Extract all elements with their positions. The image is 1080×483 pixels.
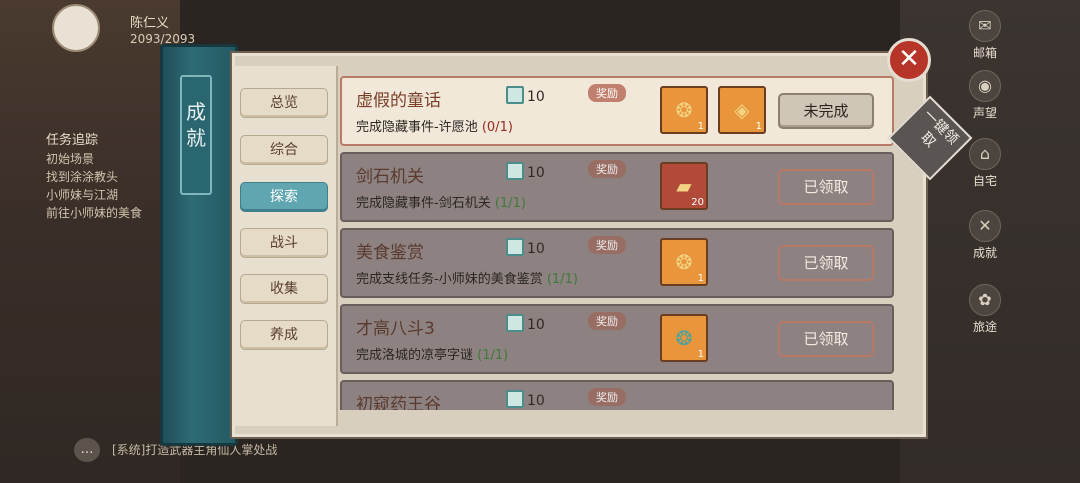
- achievement-button[interactable]: ✕ 成就: [950, 210, 1020, 261]
- achievement-desc: 完成支线任务-小师妹的美食鉴赏 (1/1): [356, 268, 578, 287]
- status-button[interactable]: 已领取: [778, 169, 874, 205]
- achievement-desc: 完成隐藏事件-许愿池 (0/1): [356, 116, 513, 135]
- progress-text: (0/1): [481, 120, 513, 135]
- reward-qty: 1: [755, 121, 762, 132]
- home-label: 自宅: [972, 174, 997, 188]
- achievement-title: 美食鉴赏: [356, 243, 424, 263]
- home-icon: ⌂: [969, 138, 1001, 170]
- achievement-title: 初窥药王谷: [356, 395, 441, 410]
- points-icon: [506, 390, 524, 408]
- travel-icon: ✿: [969, 284, 1001, 316]
- reward-charm-teal[interactable]: ❂ 1: [660, 314, 708, 362]
- status-button[interactable]: 已领取: [778, 245, 874, 281]
- reputation-button[interactable]: ◉ 声望: [950, 70, 1020, 121]
- travel-label: 旅途: [972, 320, 997, 334]
- reward-tag: 奖励: [588, 388, 626, 406]
- progress-text: (1/1): [477, 348, 509, 363]
- side-menu: ✉ 邮箱 ◉ 声望 ⌂ 自宅 ✕ 成就 ✿ 旅途: [960, 0, 1040, 340]
- tab-battle[interactable]: 战斗: [240, 228, 328, 258]
- achievement-card: 剑石机关 10 奖励 完成隐藏事件-剑石机关 (1/1) ▰ 20 已领取: [340, 152, 894, 222]
- points-value: 10: [527, 89, 545, 105]
- reward-coin[interactable]: ◈ 1: [718, 86, 766, 134]
- background-left: [0, 0, 180, 483]
- points-icon: [506, 314, 524, 332]
- points-icon: [506, 162, 524, 180]
- reward-qty: 1: [697, 273, 704, 284]
- reputation-icon: ◉: [969, 70, 1001, 102]
- reward-tag: 奖励: [588, 160, 626, 178]
- progress-text: (1/1): [546, 272, 578, 287]
- reputation-label: 声望: [972, 106, 997, 120]
- desc-text: 完成洛城的凉亭字谜: [356, 348, 474, 363]
- achievement-points: 10: [506, 162, 545, 181]
- avatar[interactable]: [52, 4, 100, 52]
- achievement-desc: 完成隐藏事件-剑石机关 (1/1): [356, 192, 526, 211]
- achievement-card: 虚假的童话 10 奖励 完成隐藏事件-许愿池 (0/1) ❂ 1 ◈ 1 未完成: [340, 76, 894, 146]
- desc-text: 完成支线任务-小师妹的美食鉴赏: [356, 272, 543, 287]
- achievement-list[interactable]: 虚假的童话 10 奖励 完成隐藏事件-许愿池 (0/1) ❂ 1 ◈ 1 未完成 剑…: [340, 66, 900, 410]
- mail-label: 邮箱: [972, 46, 997, 60]
- travel-button[interactable]: ✿ 旅途: [950, 284, 1020, 335]
- reward-tag: 奖励: [588, 312, 626, 330]
- achievement-spine: 成 就: [160, 44, 238, 446]
- tab-collect[interactable]: 收集: [240, 274, 328, 304]
- reward-qty: 1: [697, 121, 704, 132]
- achievement-title: 才高八斗3: [356, 319, 435, 339]
- reward-qty: 20: [691, 197, 704, 208]
- points-value: 10: [527, 165, 545, 181]
- progress-text: (1/1): [494, 196, 526, 211]
- player-name: 陈仁义: [130, 16, 170, 31]
- achievement-title: 剑石机关: [356, 167, 424, 187]
- reward-charm-orange[interactable]: ❂ 1: [660, 238, 708, 286]
- achievement-points: 10: [506, 314, 545, 333]
- points-value: 10: [527, 393, 545, 409]
- mail-icon: ✉: [969, 10, 1001, 42]
- reward-gold-ingot[interactable]: ▰ 20: [660, 162, 708, 210]
- reward-charm-orange[interactable]: ❂ 1: [660, 86, 708, 134]
- status-button[interactable]: 已领取: [778, 321, 874, 357]
- status-button[interactable]: 未完成: [778, 93, 874, 129]
- points-value: 10: [527, 317, 545, 333]
- points-icon: [506, 86, 524, 104]
- tab-overview[interactable]: 总览: [240, 88, 328, 118]
- tab-explore[interactable]: 探索: [240, 182, 328, 212]
- spine-title: 成 就: [180, 75, 212, 195]
- desc-text: 完成隐藏事件-剑石机关: [356, 196, 491, 211]
- points-icon: [506, 238, 524, 256]
- category-tabs: 总览 综合 探索 战斗 收集 养成: [232, 66, 338, 426]
- achievement-points: 10: [506, 238, 545, 257]
- tab-develop[interactable]: 养成: [240, 320, 328, 350]
- desc-text: 完成隐藏事件-许愿池: [356, 120, 478, 135]
- close-button[interactable]: ✕: [887, 38, 931, 82]
- achievement-card: 美食鉴赏 10 奖励 完成支线任务-小师妹的美食鉴赏 (1/1) ❂ 1 已领取: [340, 228, 894, 298]
- chat-icon[interactable]: …: [74, 438, 100, 462]
- achievement-card: 初窥药王谷 10 奖励: [340, 380, 894, 410]
- mail-button[interactable]: ✉ 邮箱: [950, 10, 1020, 61]
- achievement-points: 10: [506, 390, 545, 409]
- reward-tag: 奖励: [588, 84, 626, 102]
- achievement-label: 成就: [972, 246, 997, 260]
- achievement-desc: 完成洛城的凉亭字谜 (1/1): [356, 344, 508, 363]
- achievement-points: 10: [506, 86, 545, 105]
- reward-tag: 奖励: [588, 236, 626, 254]
- achievement-icon: ✕: [969, 210, 1001, 242]
- achievement-card: 才高八斗3 10 奖励 完成洛城的凉亭字谜 (1/1) ❂ 1 已领取: [340, 304, 894, 374]
- reward-qty: 1: [697, 349, 704, 360]
- achievement-title: 虚假的童话: [356, 91, 441, 111]
- tab-general[interactable]: 综合: [240, 135, 328, 165]
- points-value: 10: [527, 241, 545, 257]
